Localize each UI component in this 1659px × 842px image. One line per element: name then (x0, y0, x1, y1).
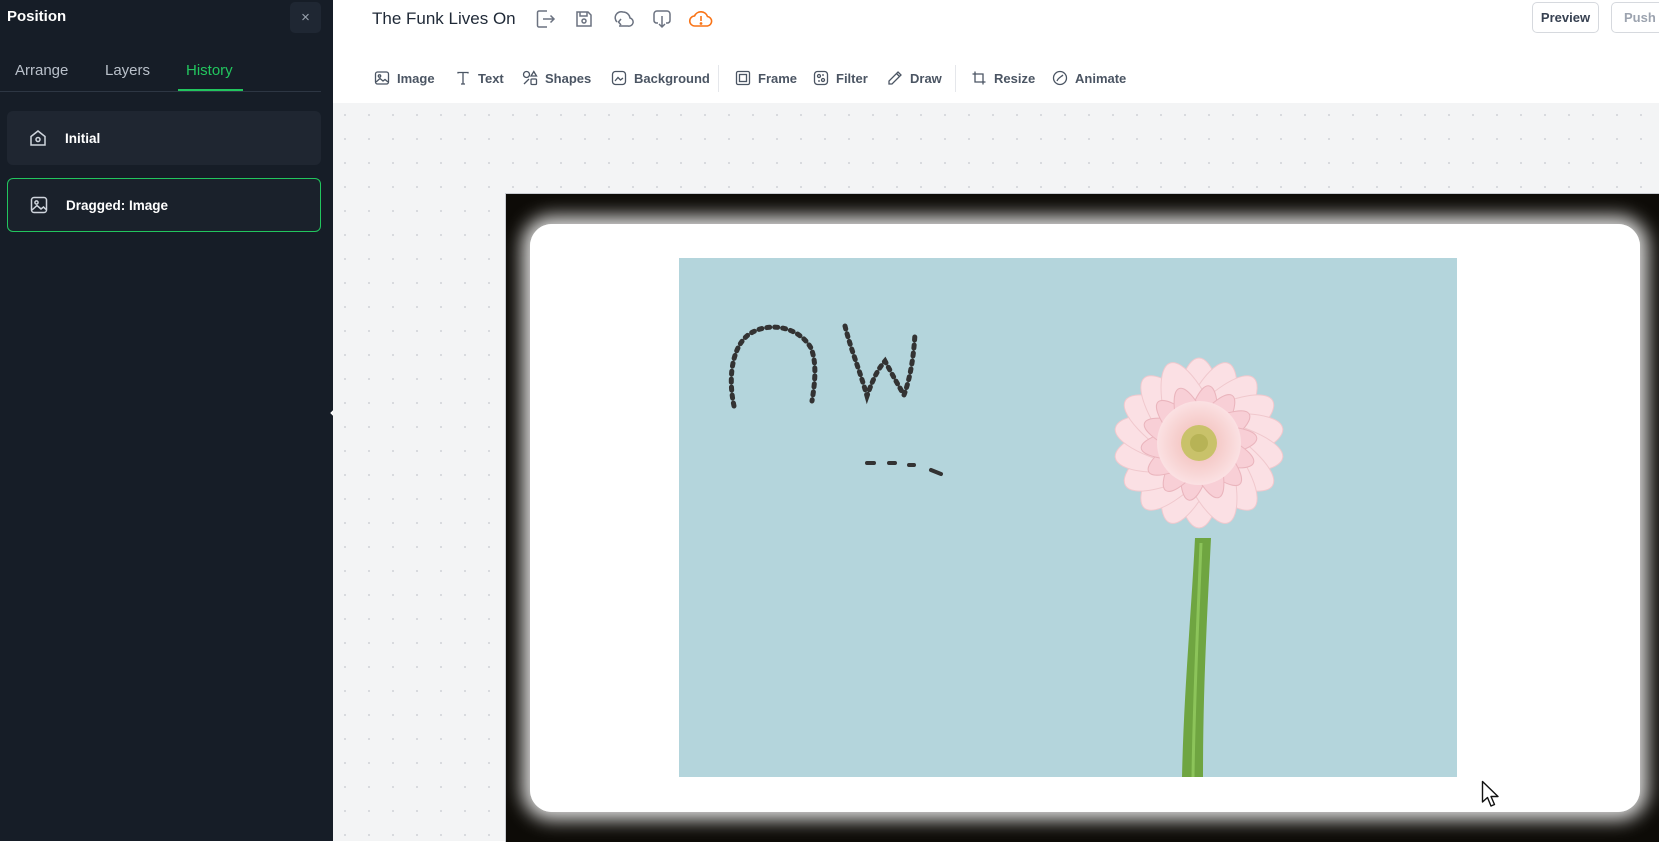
download-icon[interactable] (649, 6, 675, 32)
drawn-strokes (728, 323, 943, 476)
tool-filter[interactable]: Filter (813, 69, 868, 87)
flower-head (1114, 357, 1284, 529)
panel-tabs: Arrange Layers History (0, 52, 321, 92)
tab-history[interactable]: History (186, 62, 233, 79)
document-title[interactable]: The Funk Lives On (372, 9, 516, 29)
active-tab-indicator (178, 89, 243, 91)
tool-label: Frame (758, 70, 798, 86)
sync-icon[interactable] (610, 6, 636, 32)
export-icon[interactable] (532, 6, 558, 32)
save-icon[interactable] (571, 6, 597, 32)
top-bar: The Funk Lives On Preview Push to (333, 0, 1659, 55)
home-icon (28, 128, 48, 148)
shapes-icon (522, 70, 538, 86)
tool-label: Draw (910, 70, 942, 86)
tool-label: Background (634, 70, 710, 86)
resize-icon (972, 71, 986, 85)
tool-label: Animate (1075, 70, 1127, 86)
mouse-cursor-icon (1481, 780, 1501, 813)
editor-toolbar: Image Text Shapes Background Frame Filte… (333, 54, 1659, 104)
preview-button[interactable]: Preview (1532, 2, 1599, 33)
tool-frame[interactable]: Frame (735, 69, 797, 87)
history-item-dragged-image[interactable]: Dragged: Image (7, 178, 321, 232)
history-item-label: Initial (65, 130, 101, 146)
tool-label: Filter (836, 70, 868, 86)
tool-shapes[interactable]: Shapes (522, 69, 591, 87)
pencil-icon (888, 71, 902, 85)
panel-title: Position (7, 8, 67, 25)
history-item-label: Dragged: Image (66, 197, 169, 213)
tool-animate[interactable]: Animate (1052, 69, 1126, 87)
tool-resize[interactable]: Resize (971, 69, 1035, 87)
frame-icon (735, 70, 751, 86)
filter-icon (813, 70, 829, 86)
tool-label: Resize (994, 70, 1036, 86)
tool-image[interactable]: Image (374, 69, 435, 87)
tool-text[interactable]: Text (455, 69, 504, 87)
tab-arrange[interactable]: Arrange (15, 62, 68, 79)
tool-label: Image (397, 70, 435, 86)
tool-draw[interactable]: Draw (887, 69, 942, 87)
close-button[interactable]: × (290, 2, 321, 33)
flower-image[interactable] (679, 258, 1457, 777)
history-item-initial[interactable]: Initial (7, 111, 321, 165)
text-icon (457, 71, 469, 85)
toolbar-divider (955, 65, 956, 92)
tab-layers[interactable]: Layers (105, 62, 150, 79)
cloud-warning-icon[interactable] (688, 6, 714, 32)
image-icon (374, 71, 390, 85)
image-icon (29, 195, 49, 215)
sidebar-panel: Position × Arrange Layers History Initia… (0, 0, 333, 841)
toolbar-divider (718, 65, 719, 92)
tool-background[interactable]: Background (611, 69, 710, 87)
animate-icon (1052, 70, 1068, 86)
push-button[interactable]: Push to (1611, 2, 1659, 33)
tool-label: Shapes (545, 70, 592, 86)
background-icon (611, 70, 627, 86)
tool-label: Text (478, 70, 504, 86)
